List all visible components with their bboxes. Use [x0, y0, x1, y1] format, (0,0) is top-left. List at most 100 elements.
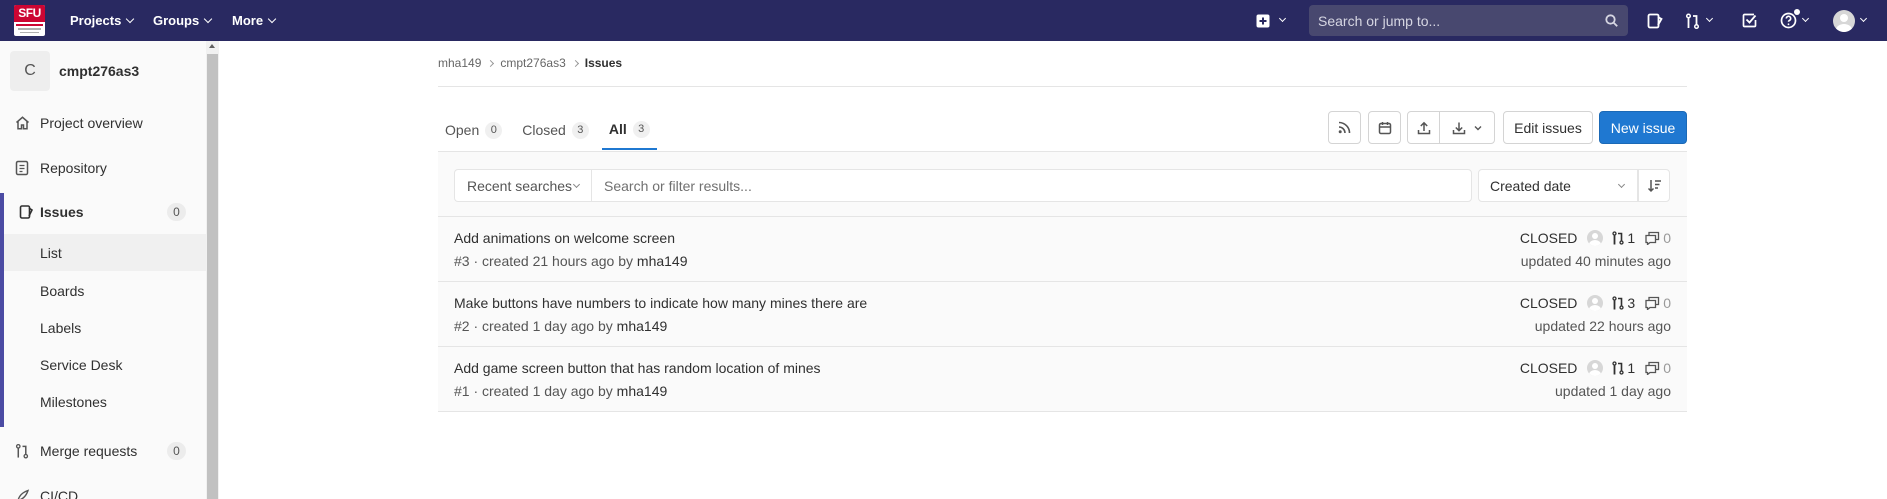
- user-avatar: [1833, 9, 1855, 32]
- assignee-avatar[interactable]: [1587, 230, 1604, 246]
- todo-check-icon: [1742, 13, 1757, 28]
- issue-state-badge: CLOSED: [1519, 230, 1578, 246]
- recent-searches-label: Recent searches: [467, 177, 573, 194]
- issue-state-badge: CLOSED: [1519, 295, 1578, 311]
- top-navbar: SFU Projects Groups More: [0, 0, 1887, 41]
- issue-reference: #2 · created 1 day ago by: [454, 318, 617, 334]
- issue-title-link[interactable]: Make buttons have numbers to indicate ho…: [454, 295, 867, 311]
- plus-square-icon: [1256, 14, 1270, 27]
- merge-request-icon: [1612, 296, 1625, 310]
- calendar-button[interactable]: [1368, 111, 1401, 144]
- import-button[interactable]: [1407, 111, 1440, 144]
- sidebar-subitem-label: Labels: [40, 319, 82, 336]
- merge-request-icon: [1612, 231, 1625, 245]
- more-menu[interactable]: More: [232, 0, 277, 41]
- sidebar-item-project-overview[interactable]: Project overview: [0, 104, 206, 141]
- sidebar-item-merge-requests[interactable]: Merge requests 0: [0, 432, 206, 469]
- comments-link[interactable]: 0: [1645, 360, 1671, 376]
- sidebar-subitem-label: Boards: [40, 282, 85, 299]
- user-menu[interactable]: [1833, 0, 1868, 41]
- sort-lowest-icon: [1647, 179, 1661, 192]
- search-box[interactable]: [1309, 5, 1628, 36]
- issues-icon: [1647, 13, 1663, 28]
- breadcrumb-user[interactable]: mha149: [438, 56, 481, 70]
- project-header[interactable]: C cmpt276as3: [10, 51, 139, 91]
- upload-icon: [1417, 121, 1430, 134]
- scroll-up-arrow-icon[interactable]: [209, 44, 215, 48]
- issue-author-link[interactable]: mha149: [637, 253, 688, 269]
- sidebar-subitem-labels[interactable]: Labels: [4, 309, 206, 346]
- related-merge-requests[interactable]: 1: [1612, 230, 1635, 246]
- chevron-down-icon: [1705, 14, 1714, 23]
- breadcrumb-project[interactable]: cmpt276as3: [500, 56, 565, 70]
- tab-label: All: [608, 121, 627, 137]
- merge-request-icon: [1612, 361, 1625, 375]
- breadcrumb: mha149 cmpt276as3 Issues: [438, 56, 622, 70]
- sort-direction-button[interactable]: [1638, 169, 1670, 202]
- issue-title-link[interactable]: Add animations on welcome screen: [454, 230, 675, 246]
- merge-requests-nav-button[interactable]: [1685, 0, 1714, 41]
- sidebar-item-label: Project overview: [40, 114, 143, 131]
- tab-all[interactable]: All 3: [601, 110, 657, 150]
- sidebar-item-issues[interactable]: Issues 0: [4, 193, 206, 230]
- sidebar-item-label: Repository: [40, 159, 107, 176]
- rss-button[interactable]: [1328, 111, 1361, 144]
- issue-row: Add animations on welcome screen #3 · cr…: [438, 217, 1687, 282]
- comments-link[interactable]: 0: [1645, 230, 1671, 246]
- comments-count: 0: [1663, 295, 1671, 311]
- new-issue-button[interactable]: New issue: [1599, 111, 1687, 144]
- tab-open[interactable]: Open 0: [438, 110, 509, 150]
- tab-label: Open: [445, 122, 480, 138]
- new-dropdown[interactable]: [1256, 0, 1287, 41]
- chevron-down-icon: [1617, 180, 1626, 189]
- breadcrumb-current[interactable]: Issues: [585, 56, 622, 70]
- comments-icon: [1645, 296, 1660, 310]
- tab-count-badge: 0: [485, 121, 503, 139]
- chevron-down-icon: [1278, 14, 1287, 23]
- issue-status-group: CLOSED 1 0: [1520, 360, 1671, 376]
- chevron-right-icon: [571, 59, 579, 67]
- sidebar-subitem-service-desk[interactable]: Service Desk: [4, 346, 206, 383]
- filter-search-input[interactable]: [604, 177, 1404, 194]
- groups-menu[interactable]: Groups: [153, 0, 213, 41]
- edit-issues-button[interactable]: Edit issues: [1503, 111, 1593, 144]
- rss-icon: [1338, 121, 1351, 134]
- issue-state-tabs: Open 0 Closed 3 All 3: [438, 110, 663, 150]
- sidebar-item-label: Issues: [40, 203, 84, 220]
- sidebar-item-repository[interactable]: Repository: [0, 149, 206, 186]
- tab-closed[interactable]: Closed 3: [515, 110, 596, 150]
- sort-dropdown[interactable]: Created date: [1478, 169, 1638, 202]
- issue-title-link[interactable]: Add game screen button that has random l…: [454, 360, 821, 376]
- merge-request-icon: [1685, 12, 1700, 29]
- recent-searches-dropdown[interactable]: Recent searches: [454, 169, 591, 202]
- assignee-avatar[interactable]: [1587, 295, 1604, 311]
- assignee-avatar[interactable]: [1587, 360, 1604, 376]
- edit-issues-label: Edit issues: [1514, 119, 1582, 136]
- issues-count-badge: 0: [167, 202, 186, 221]
- issues-nav-button[interactable]: [1647, 0, 1663, 41]
- projects-menu[interactable]: Projects: [70, 0, 135, 41]
- sidebar-subitem-milestones[interactable]: Milestones: [4, 383, 206, 420]
- related-merge-requests[interactable]: 1: [1612, 360, 1635, 376]
- sfu-logo[interactable]: SFU: [14, 5, 45, 36]
- export-dropdown-button[interactable]: [1439, 111, 1495, 144]
- comments-link[interactable]: 0: [1645, 295, 1671, 311]
- issue-author-link[interactable]: mha149: [617, 318, 668, 334]
- sidebar-subitem-list[interactable]: List: [4, 234, 206, 271]
- sidebar-item-cicd[interactable]: CI/CD: [0, 486, 206, 499]
- tab-count-badge: 3: [571, 121, 589, 139]
- home-icon: [16, 115, 29, 129]
- sidebar-scrollbar-thumb[interactable]: [207, 54, 218, 499]
- sidebar-subitem-boards[interactable]: Boards: [4, 272, 206, 309]
- issue-author-link[interactable]: mha149: [617, 383, 668, 399]
- issue-updated-time: updated 1 day ago: [1555, 383, 1671, 399]
- sidebar-item-label: CI/CD: [40, 488, 79, 499]
- related-merge-requests[interactable]: 3: [1612, 295, 1635, 311]
- help-nav-button[interactable]: [1780, 0, 1810, 41]
- issue-updated-time: updated 22 hours ago: [1534, 318, 1671, 334]
- logo-text: SFU: [14, 5, 45, 22]
- search-input[interactable]: [1318, 12, 1598, 29]
- rocket-icon: [17, 489, 30, 499]
- filter-search-box[interactable]: [591, 169, 1472, 202]
- todos-nav-button[interactable]: [1742, 0, 1757, 41]
